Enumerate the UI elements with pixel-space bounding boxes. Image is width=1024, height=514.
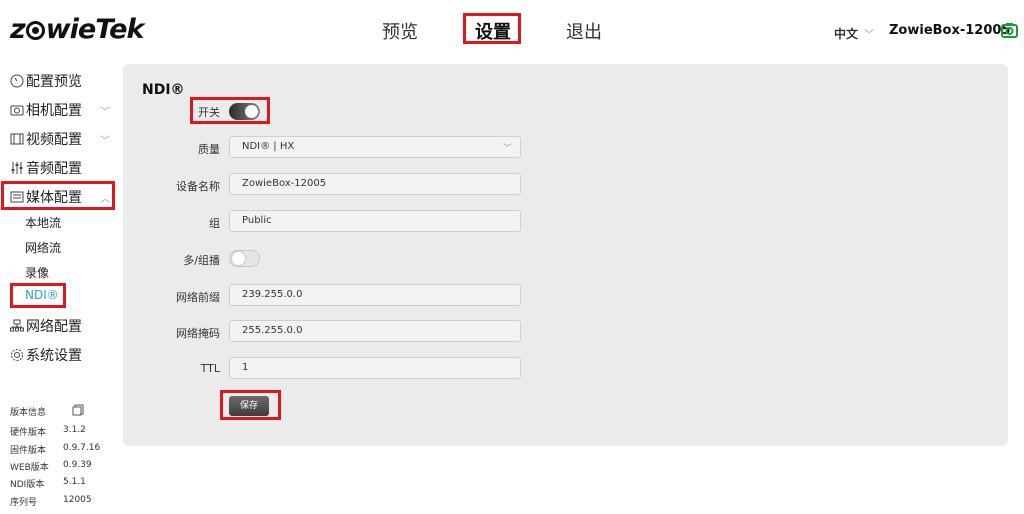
network-icon <box>10 319 24 332</box>
version-row-firmware: 固件版本 0.9.7.16 <box>10 443 101 456</box>
language-select[interactable]: 中文 ﹀ <box>834 25 874 42</box>
multicast-label: 多/组播 <box>183 254 220 267</box>
device-name-input[interactable]: ZowieBox-12005 <box>229 173 521 195</box>
ttl-label: TTL <box>200 362 220 375</box>
version-row-serial: 序列号 12005 <box>10 495 92 508</box>
quality-label: 质量 <box>198 143 220 156</box>
sidebar-sub-local-stream[interactable]: 本地流 <box>25 214 61 231</box>
sidebar-item-label: 相机配置 <box>26 103 82 119</box>
version-row-ndi: NDI版本 5.1.1 <box>10 477 86 490</box>
sidebar-item-camera[interactable]: 相机配置 ﹀ <box>10 100 110 120</box>
chevron-down-icon: ﹀ <box>100 106 110 118</box>
multicast-toggle[interactable] <box>229 250 260 267</box>
chevron-down-icon: ﹀ <box>864 30 875 41</box>
chevron-down-icon: ﹀ <box>502 144 512 154</box>
group-label: 组 <box>209 217 220 230</box>
version-row-hardware: 硬件版本 3.1.2 <box>10 425 86 438</box>
camera-snapshot-icon[interactable] <box>1001 22 1018 38</box>
camera-icon <box>10 105 24 116</box>
sidebar-item-label: 视频配置 <box>26 132 82 148</box>
version-row-web: WEB版本 0.9.39 <box>10 460 92 473</box>
version-info-title: 版本信息 <box>10 408 47 418</box>
film-icon <box>10 133 24 145</box>
sidebar-sub-recording[interactable]: 录像 <box>25 264 49 281</box>
nav-logout[interactable]: 退出 <box>566 18 602 44</box>
gear-icon <box>11 349 23 361</box>
sidebar-item-audio[interactable]: 音频配置 <box>10 158 82 178</box>
highlight-box-settings <box>463 13 521 44</box>
highlight-box-save <box>220 390 281 420</box>
net-prefix-input[interactable]: 239.255.0.0 <box>229 284 521 306</box>
net-mask-label: 网络掩码 <box>176 327 220 340</box>
chevron-down-icon: ﹀ <box>100 135 110 147</box>
page-title: NDI® <box>142 82 185 98</box>
sliders-icon <box>11 162 23 174</box>
net-mask-input[interactable]: 255.255.0.0 <box>229 320 521 342</box>
sidebar-item-network[interactable]: 网络配置 <box>10 316 82 336</box>
highlight-box-ndi <box>10 283 66 308</box>
toggle-knob <box>232 252 245 265</box>
device-name-label: 设备名称 <box>176 180 220 193</box>
nav-preview[interactable]: 预览 <box>382 18 418 44</box>
highlight-box-media <box>1 181 115 210</box>
sidebar-item-label: 配置预览 <box>26 74 82 90</box>
sidebar-item-video[interactable]: 视频配置 ﹀ <box>10 129 110 149</box>
gauge-icon <box>10 74 24 88</box>
sidebar-item-label: 网络配置 <box>26 319 82 335</box>
net-prefix-label: 网络前缀 <box>176 291 220 304</box>
sidebar-item-system[interactable]: 系统设置 <box>10 345 82 365</box>
ttl-input[interactable]: 1 <box>229 357 521 379</box>
highlight-box-switch <box>190 97 270 124</box>
group-input[interactable]: Public <box>229 210 521 232</box>
device-name: ZowieBox-12005 <box>889 23 1011 38</box>
sidebar-item-label: 音频配置 <box>26 161 82 177</box>
copy-icon[interactable] <box>72 404 84 416</box>
sidebar-item-label: 系统设置 <box>26 348 82 364</box>
quality-select[interactable]: NDI® | HX ﹀ <box>229 136 521 158</box>
sidebar-item-config-preview[interactable]: 配置预览 <box>10 71 82 91</box>
sidebar-sub-network-stream[interactable]: 网络流 <box>25 239 61 256</box>
